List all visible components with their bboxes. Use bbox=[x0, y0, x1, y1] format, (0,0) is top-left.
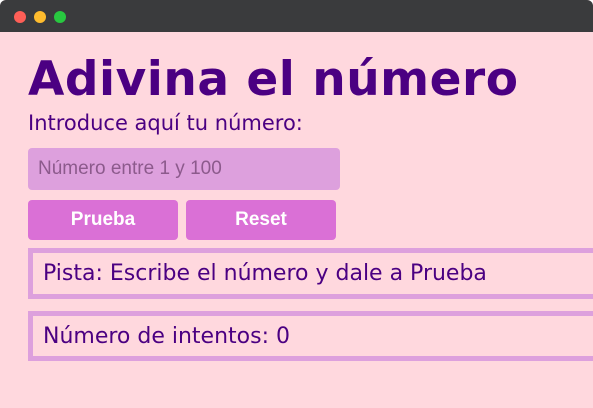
input-instruction: Introduce aquí tu número: bbox=[28, 111, 303, 135]
guess-button[interactable]: Prueba bbox=[28, 200, 178, 240]
attempts-panel: Número de intentos: 0 bbox=[28, 311, 593, 361]
hint-text: Pista: Escribe el número y dale a Prueba bbox=[43, 261, 487, 286]
maximize-window-icon[interactable] bbox=[54, 11, 66, 23]
guess-input[interactable] bbox=[28, 148, 340, 190]
minimize-window-icon[interactable] bbox=[34, 11, 46, 23]
reset-button[interactable]: Reset bbox=[186, 200, 336, 240]
game-content: Adivina el número Introduce aquí tu núme… bbox=[28, 52, 593, 240]
button-row: Prueba Reset bbox=[28, 200, 593, 240]
hint-panel: Pista: Escribe el número y dale a Prueba bbox=[28, 248, 593, 299]
window-titlebar bbox=[0, 0, 593, 32]
attempts-text: Número de intentos: 0 bbox=[43, 323, 290, 349]
browser-window: Adivina el número Introduce aquí tu núme… bbox=[0, 0, 593, 408]
close-window-icon[interactable] bbox=[14, 11, 26, 23]
page-title: Adivina el número bbox=[28, 52, 519, 107]
